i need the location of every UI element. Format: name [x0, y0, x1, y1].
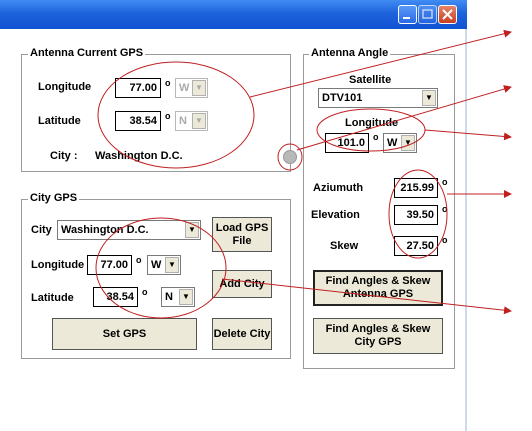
- annotation-ellipse-angles: [388, 169, 448, 259]
- annotation-ellipse-status: [277, 143, 303, 171]
- annotation-arrow-2: [296, 85, 512, 151]
- annotation-ellipse-satellite-longitude: [316, 108, 426, 152]
- annotation-ellipse-antenna-gps: [97, 61, 255, 169]
- annotation-arrow-1: [249, 29, 512, 98]
- annotation-ellipse-city-gps: [95, 217, 227, 319]
- annotation-arrow-3: [424, 129, 512, 141]
- annotation-overlay: [95, 29, 512, 319]
- annotation-arrow-5: [221, 278, 512, 315]
